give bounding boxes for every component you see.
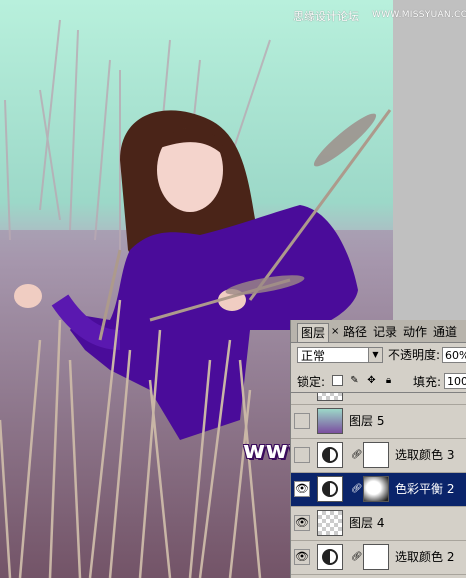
layers-panel: 图层 × 路径 记录 动作 通道 正常 ▼ 不透明度: 60% 锁定: ✎ ✥ …	[290, 320, 466, 578]
fill-input[interactable]: 100%	[444, 373, 466, 389]
adjustment-icon	[322, 447, 338, 463]
layer-name: 选取颜色 2	[395, 550, 455, 564]
watermark-site-name: 思缘设计论坛	[293, 10, 359, 23]
opacity-label: 不透明度:	[388, 348, 441, 362]
adjustment-thumbnail	[317, 442, 343, 468]
adjustment-icon	[322, 481, 338, 497]
layer-list: 图层 5 🔗︎ 选取颜色 3 👁︎ 🔗︎ 色彩平衡 2 👁︎ 图层 4 👁︎ 🔗…	[291, 392, 466, 579]
visibility-toggle[interactable]	[294, 447, 310, 463]
move-icon[interactable]: ✥	[366, 375, 377, 386]
watermark-site-url: WWW.MISSYUAN.COM	[372, 10, 466, 20]
panel-tab-bar: 图层 × 路径 记录 动作 通道	[291, 320, 466, 343]
layer-name: 图层 5	[349, 414, 385, 428]
blend-mode-value: 正常	[301, 349, 326, 363]
layer-row[interactable]: 👁︎ 🔗︎ 选取颜色 2	[291, 541, 466, 575]
layer-name: 选取颜色 3	[395, 448, 455, 462]
close-icon[interactable]: ×	[331, 327, 339, 337]
layer-name: 图层 4	[349, 516, 385, 530]
adjustment-icon	[322, 549, 338, 565]
tab-channels[interactable]: 通道	[431, 323, 459, 341]
workspace-background	[393, 0, 466, 320]
layer-thumbnail	[317, 393, 343, 401]
layer-row[interactable]	[291, 393, 466, 405]
lock-transparency-icon[interactable]	[332, 375, 343, 386]
layer-thumbnail	[317, 408, 343, 434]
layer-row[interactable]: 图层 5	[291, 405, 466, 439]
layer-row[interactable]: 🔗︎ 选取颜色 3	[291, 439, 466, 473]
layer-mask-thumbnail	[363, 442, 389, 468]
tab-history[interactable]: 记录	[371, 323, 399, 341]
brush-icon[interactable]: ✎	[349, 375, 360, 386]
dropdown-arrow-icon[interactable]: ▼	[368, 348, 382, 362]
visibility-toggle[interactable]	[294, 413, 310, 429]
adjustment-thumbnail	[317, 544, 343, 570]
adjustment-thumbnail	[317, 476, 343, 502]
opacity-input[interactable]: 60%	[442, 347, 466, 363]
blend-mode-select[interactable]: 正常 ▼	[297, 347, 383, 363]
layer-thumbnail	[317, 510, 343, 536]
link-icon[interactable]: 🔗︎	[351, 450, 362, 460]
eye-icon[interactable]: 👁︎	[294, 515, 310, 531]
tab-layers[interactable]: 图层	[297, 323, 330, 342]
eye-icon[interactable]: 👁︎	[294, 481, 310, 497]
layer-mask-thumbnail	[363, 476, 389, 502]
layer-row-selected[interactable]: 👁︎ 🔗︎ 色彩平衡 2	[291, 473, 466, 507]
lock-label: 锁定:	[297, 375, 326, 389]
lock-icon[interactable]: 🔒︎	[383, 375, 394, 386]
layer-mask-thumbnail	[363, 544, 389, 570]
fill-label: 填充:	[413, 375, 442, 389]
link-icon[interactable]: 🔗︎	[351, 552, 362, 562]
layer-row[interactable]: 👁︎ 图层 4	[291, 507, 466, 541]
eye-icon[interactable]: 👁︎	[294, 549, 310, 565]
tab-paths[interactable]: 路径	[341, 323, 369, 341]
tab-actions[interactable]: 动作	[401, 323, 429, 341]
link-icon[interactable]: 🔗︎	[351, 484, 362, 494]
layer-name: 色彩平衡 2	[395, 482, 455, 496]
